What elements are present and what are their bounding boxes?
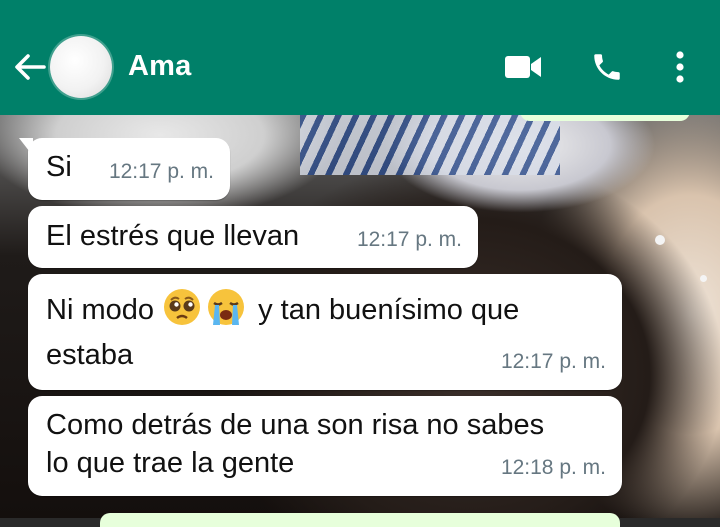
- more-vertical-icon[interactable]: [668, 48, 692, 86]
- message-time: 12:18 p. m.: [500, 456, 606, 479]
- contact-name[interactable]: Ama: [128, 50, 191, 83]
- message-text: y tan buenísimo que: [258, 294, 520, 326]
- message-text: estaba: [46, 339, 134, 371]
- arrow-left-icon[interactable]: [12, 50, 48, 84]
- bubble-tail: [19, 138, 33, 156]
- message-text: lo que trae la gente: [46, 447, 295, 479]
- wallpaper-detail: [700, 275, 707, 282]
- partial-message-bubble: [100, 513, 620, 527]
- message-text: Como detrás de una son risa no sabes: [46, 409, 545, 441]
- wallpaper-detail: [300, 115, 560, 175]
- message-text: El estrés que llevan: [46, 220, 300, 252]
- message-text: Si: [46, 151, 72, 183]
- wallpaper-detail: [655, 235, 665, 245]
- message-time: 12:17 p. m.: [500, 350, 606, 373]
- message-text: Ni modo: [46, 294, 154, 326]
- message-time: 12:17 p. m.: [108, 160, 214, 183]
- message-bubble[interactable]: Si 12:17 p. m.: [19, 138, 230, 200]
- video-camera-icon[interactable]: [503, 52, 543, 82]
- phone-icon[interactable]: [590, 50, 624, 84]
- loudly-crying-face-emoji-icon: [208, 289, 245, 325]
- message-bubble[interactable]: El estrés que llevan 12:17 p. m.: [28, 206, 478, 268]
- message-bubble[interactable]: Como detrás de una son risa no sabes lo …: [28, 396, 622, 496]
- pleading-face-emoji-icon: [164, 289, 201, 325]
- message-text-line: Ni modo y tan buenísimo que: [46, 287, 519, 331]
- message-time: 12:17 p. m.: [356, 228, 462, 251]
- avatar[interactable]: [50, 36, 112, 98]
- message-bubble[interactable]: Ni modo y tan buenísimo que estaba 12:17…: [28, 274, 622, 390]
- chat-header: Ama: [0, 0, 720, 115]
